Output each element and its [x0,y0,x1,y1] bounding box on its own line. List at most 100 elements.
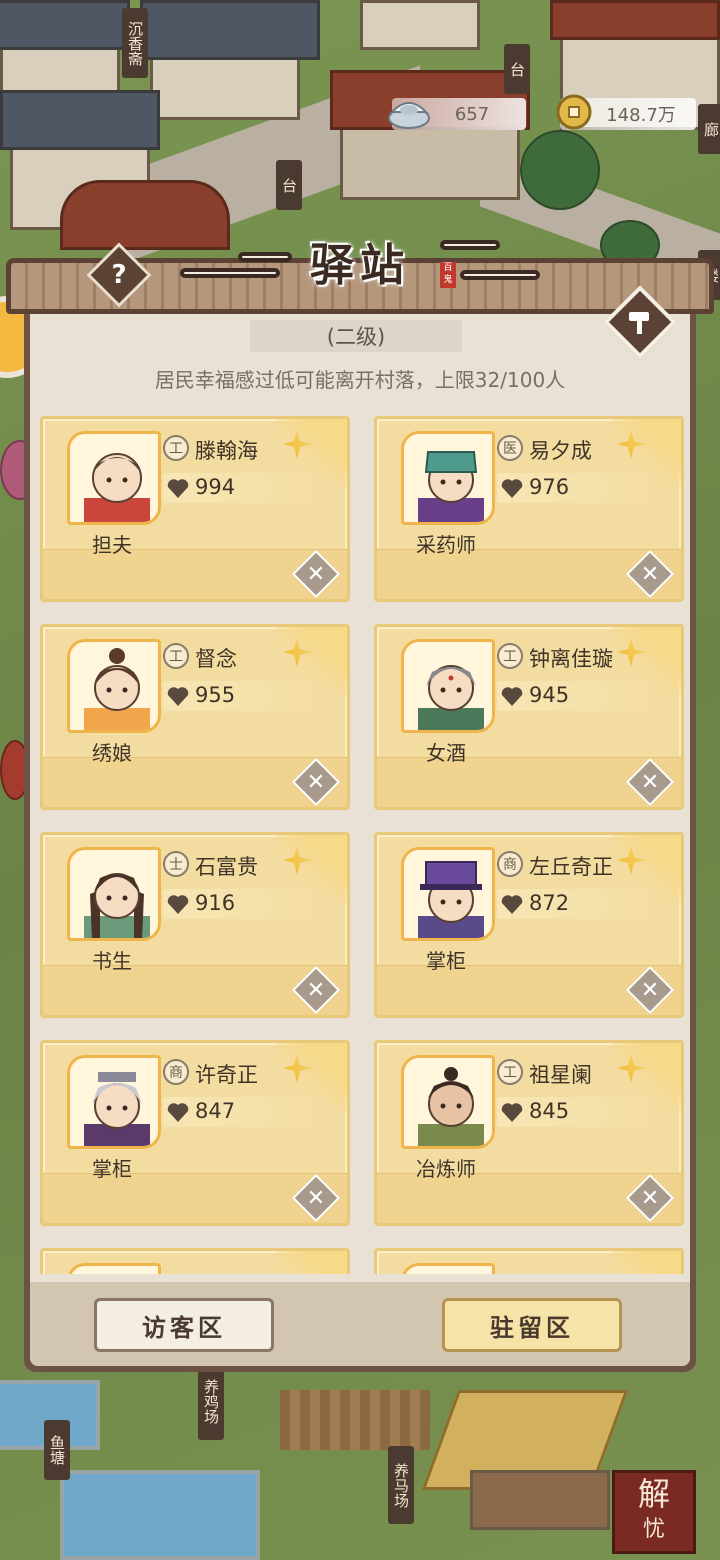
resident-name: 易夕成 [529,439,592,463]
sign-chenxiangzhai[interactable]: 沉香斋 [122,8,148,78]
resident-card[interactable]: 掌柜 商 左丘奇正 872 ✕ [374,832,684,1018]
sparkle-icon [617,845,647,875]
building[interactable] [340,120,520,200]
resident-name: 钟离佳璇 [529,647,613,671]
panel-title: 驿站 [310,240,410,291]
resident-type-badge: 士 [163,851,189,877]
resident-portrait[interactable] [401,639,495,733]
happiness-row: 872 [497,889,667,919]
resident-portrait[interactable] [401,1055,495,1149]
happiness-value: 845 [529,1099,570,1123]
resident-portrait[interactable] [67,431,161,525]
resident-portrait[interactable] [401,847,495,941]
sign-chicken-farm[interactable]: 养鸡场 [198,1362,224,1440]
resident-job: 绣娘 [92,741,132,765]
coin-counter[interactable]: 148.7万 [556,94,696,130]
herbalist-avatar-icon [418,451,484,522]
station-level: (二级) [250,320,462,352]
fish-pond-water [60,1470,260,1560]
stamp-char-2: 忧 [642,1517,665,1542]
brewer-avatar-icon [418,665,484,730]
sparkle-icon [283,429,313,459]
sign-platform[interactable]: 台 [276,160,302,210]
happiness-heart-icon [501,1103,523,1122]
resident-name: 祖星阑 [529,1063,592,1087]
embroiderer-avatar-icon [84,648,150,730]
happiness-heart-icon [167,1103,189,1122]
resident-card[interactable]: 冶炼师 工 祖星阑 845 ✕ [374,1040,684,1226]
hammer-icon [618,300,662,344]
resident-name: 督念 [195,647,237,671]
resident-card[interactable]: 担夫 工 滕翰海 994 ✕ [40,416,350,602]
sparkle-icon [283,637,313,667]
sign-platform[interactable]: 台 [504,44,530,94]
happiness-row: 994 [163,473,333,503]
happiness-value: 872 [529,891,570,915]
happiness-value: 955 [195,683,236,707]
pavilion-roof [60,180,230,250]
silver-ingot-icon [388,102,430,129]
copper-coin-icon [556,94,592,130]
shopkeeper-avatar-icon [418,861,484,938]
resident-type-badge: 工 [497,643,523,669]
sign-horse-farm[interactable]: 养马场 [388,1446,414,1524]
happiness-value: 916 [195,891,236,915]
resident-portrait[interactable] [401,431,495,525]
porter-avatar-icon [84,453,150,522]
resident-job: 担夫 [92,533,132,557]
resident-portrait[interactable] [401,1263,495,1274]
help-icon: ? [111,260,127,290]
happiness-heart-icon [501,687,523,706]
building[interactable] [360,0,480,50]
resident-portrait[interactable] [67,1055,161,1149]
title-seal: 百鬼 [440,262,456,288]
close-icon: ✕ [640,1185,660,1211]
resident-name: 许奇正 [195,1063,258,1087]
sparkle-icon [617,637,647,667]
sparkle-icon [617,429,647,459]
resident-name: 滕翰海 [195,439,258,463]
resident-card[interactable]: 采药师 医 易夕成 976 ✕ [374,416,684,602]
resident-card[interactable] [40,1248,350,1274]
capacity-notice: 居民幸福感过低可能离开村落，上限32/100人 [154,368,566,392]
sparkle-icon [283,1053,313,1083]
resident-job: 采药师 [416,533,476,557]
tab-visitor-area[interactable]: 访客区 [94,1298,274,1352]
happiness-value: 994 [195,475,236,499]
sparkle-icon [283,845,313,875]
silver-counter[interactable]: 657 [388,98,526,130]
close-icon: ✕ [306,1185,326,1211]
resident-card[interactable]: 女酒 工 钟离佳璇 945 ✕ [374,624,684,810]
resident-card[interactable]: 掌柜 商 许奇正 847 ✕ [40,1040,350,1226]
resident-type-badge: 商 [497,851,523,877]
resident-card[interactable]: 书生 士 石富贵 916 ✕ [40,832,350,1018]
happiness-row: 976 [497,473,667,503]
resident-card[interactable]: 绣娘 工 督念 955 ✕ [40,624,350,810]
tab-resident-area[interactable]: 驻留区 [442,1298,622,1352]
resident-portrait[interactable] [67,1263,161,1274]
resident-type-badge: 商 [163,1059,189,1085]
close-icon: ✕ [306,561,326,587]
resident-job: 掌柜 [426,949,466,973]
resident-portrait[interactable] [67,847,161,941]
resident-list[interactable]: 担夫 工 滕翰海 994 ✕ 采药师 医 易夕成 976 ✕ 绣娘 工 督念 9… [36,414,686,1274]
happiness-row: 916 [163,889,333,919]
resident-card[interactable] [374,1248,684,1274]
sparkle-icon [617,1053,647,1083]
stable[interactable] [470,1470,610,1530]
tree [520,130,600,210]
resident-portrait[interactable] [67,639,161,733]
building-roof [140,0,320,60]
resident-job: 女酒 [426,741,466,765]
close-icon: ✕ [640,977,660,1003]
relieve-worries-button[interactable]: 解 忧 [612,1470,696,1554]
sign-right-tower[interactable]: 廊 [698,104,720,154]
happiness-value: 976 [529,475,570,499]
scholar-avatar-icon [84,873,150,938]
happiness-row: 945 [497,681,667,711]
close-icon: ✕ [306,977,326,1003]
stamp-char-1: 解 [637,1475,670,1513]
sign-fish-pond[interactable]: 鱼塘 [44,1420,70,1480]
happiness-row: 847 [163,1097,333,1127]
resident-name: 石富贵 [195,855,258,879]
